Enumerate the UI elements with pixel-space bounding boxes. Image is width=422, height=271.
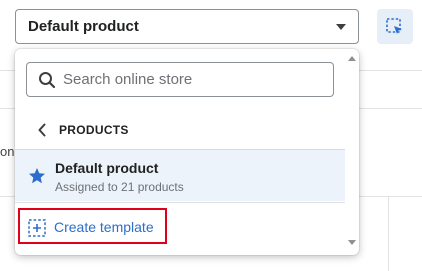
select-element-icon xyxy=(386,17,402,34)
scroll-down-arrow-icon[interactable] xyxy=(348,240,356,245)
caret-down-icon xyxy=(336,24,346,30)
inspector-button[interactable] xyxy=(377,9,413,44)
products-back-row[interactable]: PRODUCTS xyxy=(15,113,345,147)
divider xyxy=(15,202,345,203)
page: on Default product Search online store P… xyxy=(0,0,422,271)
create-template-label: Create template xyxy=(54,219,154,235)
template-select-value: Default product xyxy=(28,18,139,35)
template-dropdown: Search online store PRODUCTS Default pro… xyxy=(15,49,359,255)
dropdown-scrollbar[interactable] xyxy=(345,49,359,255)
search-placeholder: Search online store xyxy=(63,71,193,88)
star-icon xyxy=(29,168,45,184)
plus-square-icon xyxy=(28,219,46,237)
template-option-subtitle: Assigned to 21 products xyxy=(55,180,184,194)
search-icon xyxy=(39,72,56,89)
background-partial-text: on xyxy=(0,144,15,159)
background-divider xyxy=(388,196,389,271)
scroll-thumb[interactable] xyxy=(349,67,355,217)
create-template-button[interactable]: Create template xyxy=(18,208,167,244)
section-label: PRODUCTS xyxy=(59,123,129,137)
chevron-left-icon[interactable] xyxy=(37,123,47,137)
search-input[interactable]: Search online store xyxy=(26,62,334,97)
template-option-title: Default product xyxy=(55,160,159,176)
template-select[interactable]: Default product xyxy=(15,9,359,44)
template-option[interactable]: Default product Assigned to 21 products xyxy=(15,149,345,201)
scroll-up-arrow-icon[interactable] xyxy=(348,56,356,61)
